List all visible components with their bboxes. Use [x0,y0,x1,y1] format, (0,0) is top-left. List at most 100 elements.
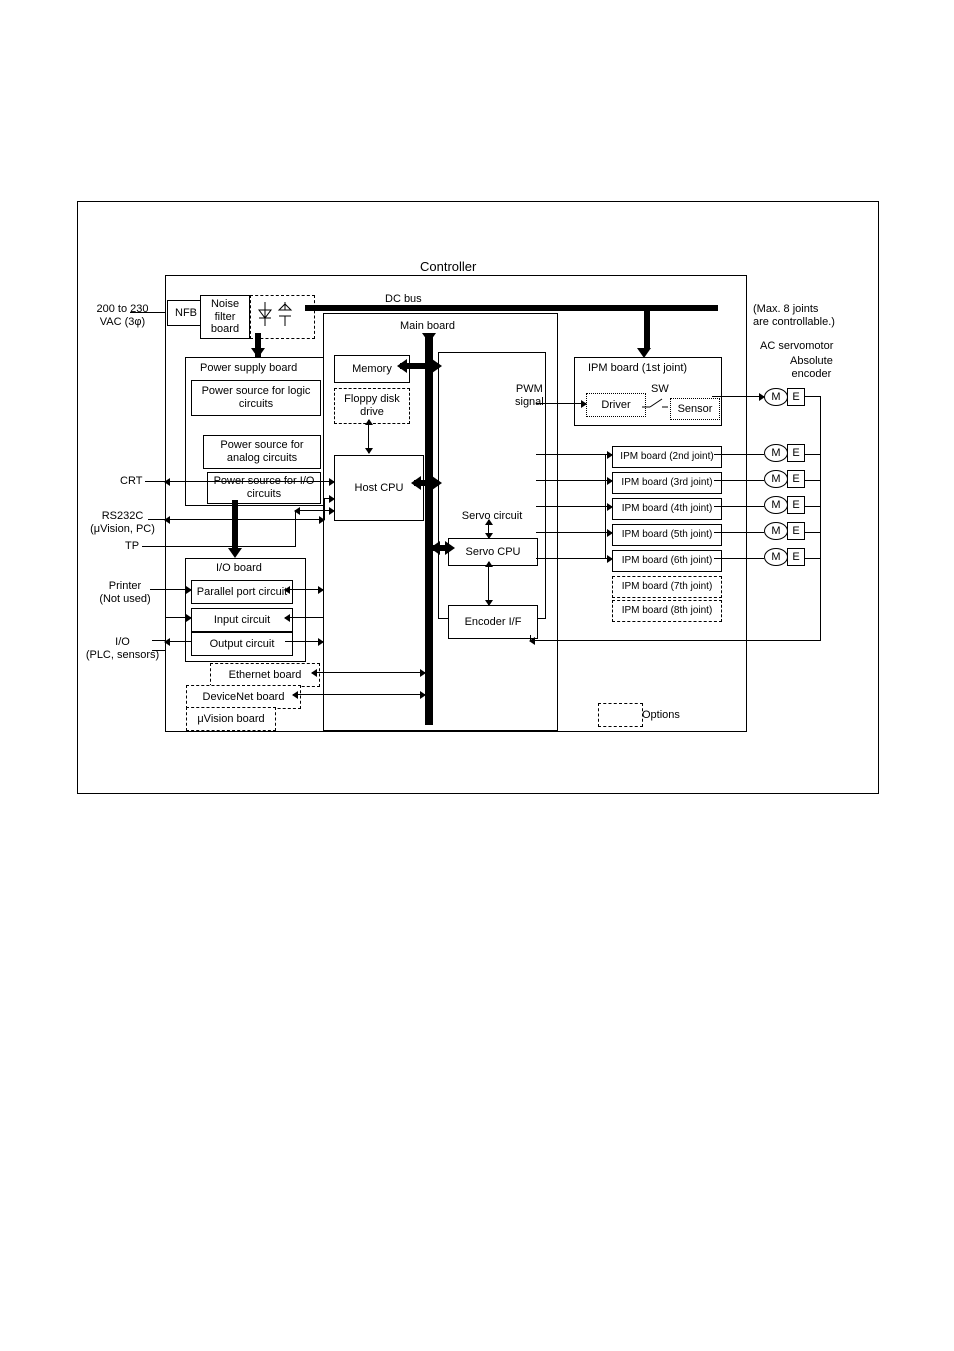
ipm1-to-m [712,396,764,397]
main-board-title: Main board [400,320,455,333]
nfb-label: NFB [175,307,197,320]
parallel-port-box: Parallel port circuit [191,580,293,604]
servo-fanout [605,454,606,559]
sw-icon [640,397,670,417]
e1-join [804,396,820,397]
servo-to-ipm4 [536,506,612,507]
motor-icon: M [764,444,788,462]
printer-to-parallel [165,589,191,590]
me-2: ME [764,444,805,462]
bus-v1-head-top [422,333,436,343]
motor-icon: M [764,470,788,488]
output-circuit-box: Output circuit [191,632,293,656]
ps-to-ioboard-head [228,548,242,558]
parallel-port-label: Parallel port circuit [197,586,287,599]
devicenet-box: DeviceNet board [186,685,301,709]
ps-io-label: Power source for I/O circuits [212,475,316,500]
dcbus-to-ps-head [251,348,265,358]
encoder-bus-v [820,396,821,641]
ipm8-box: IPM board (8th joint) [612,600,722,622]
bus-h1 [305,305,718,311]
ps-analog: Power source for analog circuits [203,435,321,469]
ipm4-label: IPM board (4th joint) [622,503,713,515]
me-4: ME [764,496,805,514]
servomotor-note: AC servomotor [760,340,833,353]
options-key-box [598,703,643,727]
host-cpu-label: Host CPU [355,482,404,495]
devicenet-label: DeviceNet board [203,691,285,704]
servo-to-ipm6 [536,558,612,559]
ethernet-label: Ethernet board [229,669,302,682]
power-supply-title: Power supply board [200,362,297,375]
ipm4-box: IPM board (4th joint) [612,498,722,520]
output-circuit-label: Output circuit [210,638,275,651]
line-tp [142,546,165,547]
ipm3-to-m [714,480,764,481]
bus-mem-l [397,359,407,373]
rs232c-bend [324,498,325,520]
servocpu-to-servocircuit [488,520,489,538]
sensor-box: Sensor [670,398,720,420]
me-1: ME [764,388,805,406]
motor-icon: M [764,522,788,540]
ipm6-to-m [714,558,764,559]
ipm3-box: IPM board (3rd joint) [612,472,722,494]
e2-join [804,454,820,455]
e5-join [804,532,820,533]
ps-logic: Power source for logic circuits [191,380,321,416]
noise-filter-label: Noise filter board [205,298,245,336]
encoder-icon: E [787,470,805,488]
ipm4-to-m [714,506,764,507]
ps-analog-label: Power source for analog circuits [208,439,316,464]
ipm6-box: IPM board (6th joint) [612,550,722,572]
ipm2-label: IPM board (2nd joint) [620,451,713,463]
input-circuit-label: Input circuit [214,614,270,627]
motor-icon: M [764,496,788,514]
abs-encoder-note: Absolute encoder [790,355,833,380]
bus-host-l [411,476,421,490]
encoder-icon: E [787,522,805,540]
line-rs232c [148,519,165,520]
ps-io: Power source for I/O circuits [207,472,321,504]
encoder-return [530,640,820,641]
encoder-if-box: Encoder I/F [448,605,538,639]
bus-host-r [432,476,442,490]
controller-title: Controller [420,260,476,275]
bus-v1 [425,333,433,725]
input-rs232c: RS232C (μVision, PC) [85,510,160,535]
ipm2-to-m [714,454,764,455]
max-joints-note: (Max. 8 joints are controllable.) [753,303,835,328]
input-to-bus [285,617,323,618]
eth-to-bus [312,672,425,673]
e6-join [804,558,820,559]
ipm8-label: IPM board (8th joint) [622,605,713,617]
e3-join [804,480,820,481]
servo-to-ipm3 [536,480,612,481]
encoder-icon: E [787,388,805,406]
pwm-label: PWM signal [515,383,544,408]
ps-logic-label: Power source for logic circuits [196,385,316,410]
uvision-box: μVision board [186,707,276,731]
line-crt [145,481,165,482]
input-crt: CRT [120,475,142,488]
input-printer: Printer (Not used) [95,580,155,605]
diagram-page: Controller 200 to 230 VAC (3φ) CRT RS232… [0,0,954,1351]
motor-icon: M [764,388,788,406]
servo-cpu-label: Servo CPU [465,546,520,559]
inputcircuit-in [165,617,191,618]
output-to-bus [285,641,323,642]
input-circuit-box: Input circuit [191,608,293,632]
input-io: I/O (PLC, sensors) [85,636,160,661]
encoder-icon: E [787,548,805,566]
ipm1-title: IPM board (1st joint) [588,362,687,375]
bus-servocpu-l [430,541,440,555]
rs232c-to-host [165,519,324,520]
tp-to-host [165,546,295,547]
ipm2-box: IPM board (2nd joint) [612,446,722,468]
outputcircuit-out [165,641,191,642]
encoder-icon: E [787,496,805,514]
e4-join [804,506,820,507]
crt-to-host [165,481,334,482]
servocpu-to-encoder [488,562,489,605]
ps-to-ioboard [232,500,238,550]
